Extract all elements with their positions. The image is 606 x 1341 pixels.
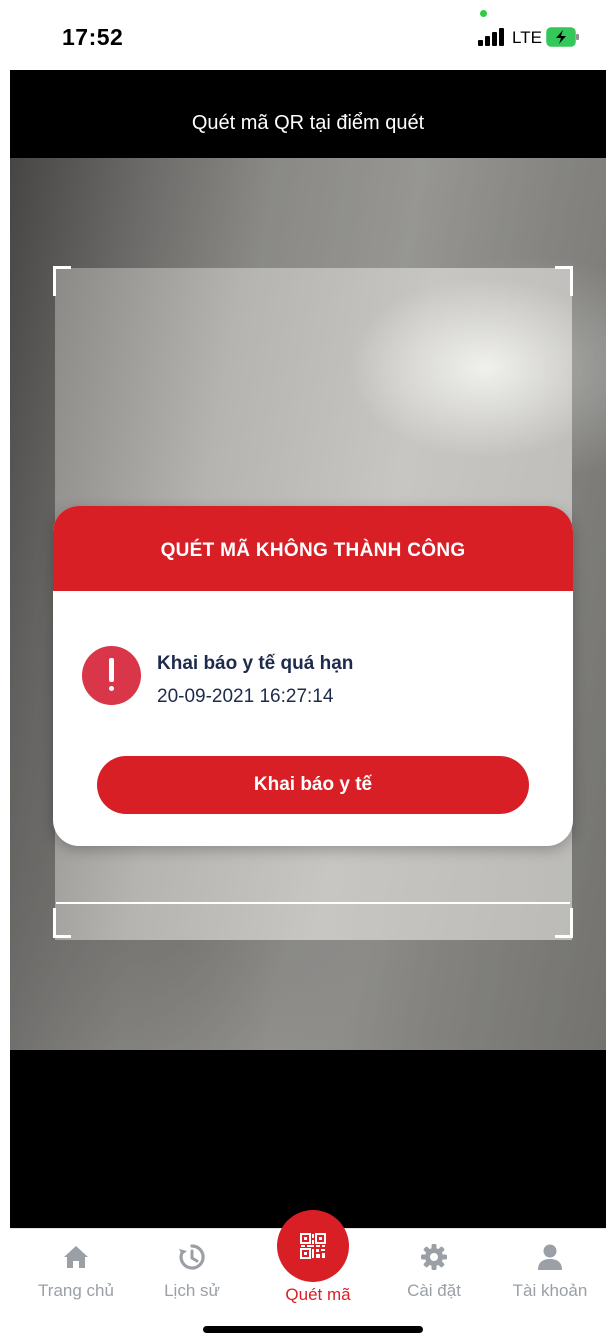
tab-settings[interactable]: Cài đặt	[378, 1229, 490, 1309]
dialog-message-title: Khai báo y tế quá hạn	[157, 653, 354, 674]
scan-frame-corner-top-right	[555, 266, 573, 296]
scan-failed-dialog: QUÉT MÃ KHÔNG THÀNH CÔNG Khai báo y tế q…	[53, 506, 573, 846]
tab-home-label: Trang chủ	[38, 1281, 114, 1300]
health-declaration-button[interactable]: Khai báo y tế	[97, 756, 529, 814]
status-bar: 17:52 LTE	[0, 0, 606, 70]
scan-qr-button[interactable]	[277, 1210, 349, 1282]
signal-strength-icon	[478, 28, 510, 46]
tab-history[interactable]: Lịch sử	[138, 1229, 246, 1309]
privacy-indicator-dot	[480, 10, 487, 17]
camera-bottom-area	[10, 1050, 606, 1228]
tab-settings-label: Cài đặt	[407, 1281, 461, 1300]
dialog-title: QUÉT MÃ KHÔNG THÀNH CÔNG	[160, 540, 466, 561]
gear-icon	[420, 1243, 448, 1271]
history-icon	[178, 1243, 206, 1271]
qr-code-icon	[300, 1233, 326, 1259]
home-indicator[interactable]	[203, 1326, 423, 1333]
battery-charging-icon	[546, 27, 580, 47]
tab-account[interactable]: Tài khoản	[494, 1229, 606, 1309]
scan-line	[56, 902, 570, 904]
scan-frame-corner-top-left	[53, 266, 71, 296]
scanner-header: Quét mã QR tại điểm quét	[10, 70, 606, 158]
scan-frame-corner-bottom-left	[53, 908, 71, 938]
user-icon	[536, 1243, 564, 1271]
tab-scan-label: Quét mã	[285, 1285, 351, 1304]
status-time: 17:52	[62, 24, 124, 50]
tab-history-label: Lịch sử	[164, 1281, 220, 1300]
network-type: LTE	[512, 28, 542, 47]
home-icon	[62, 1243, 90, 1271]
scan-frame-corner-bottom-right	[555, 908, 573, 938]
page-title: Quét mã QR tại điểm quét	[191, 112, 425, 134]
dialog-header: QUÉT MÃ KHÔNG THÀNH CÔNG	[53, 506, 573, 591]
tab-account-label: Tài khoản	[512, 1281, 588, 1300]
tab-home[interactable]: Trang chủ	[20, 1229, 132, 1309]
exclamation-icon	[82, 646, 141, 705]
dialog-message-time: 20-09-2021 16:27:14	[157, 686, 334, 707]
